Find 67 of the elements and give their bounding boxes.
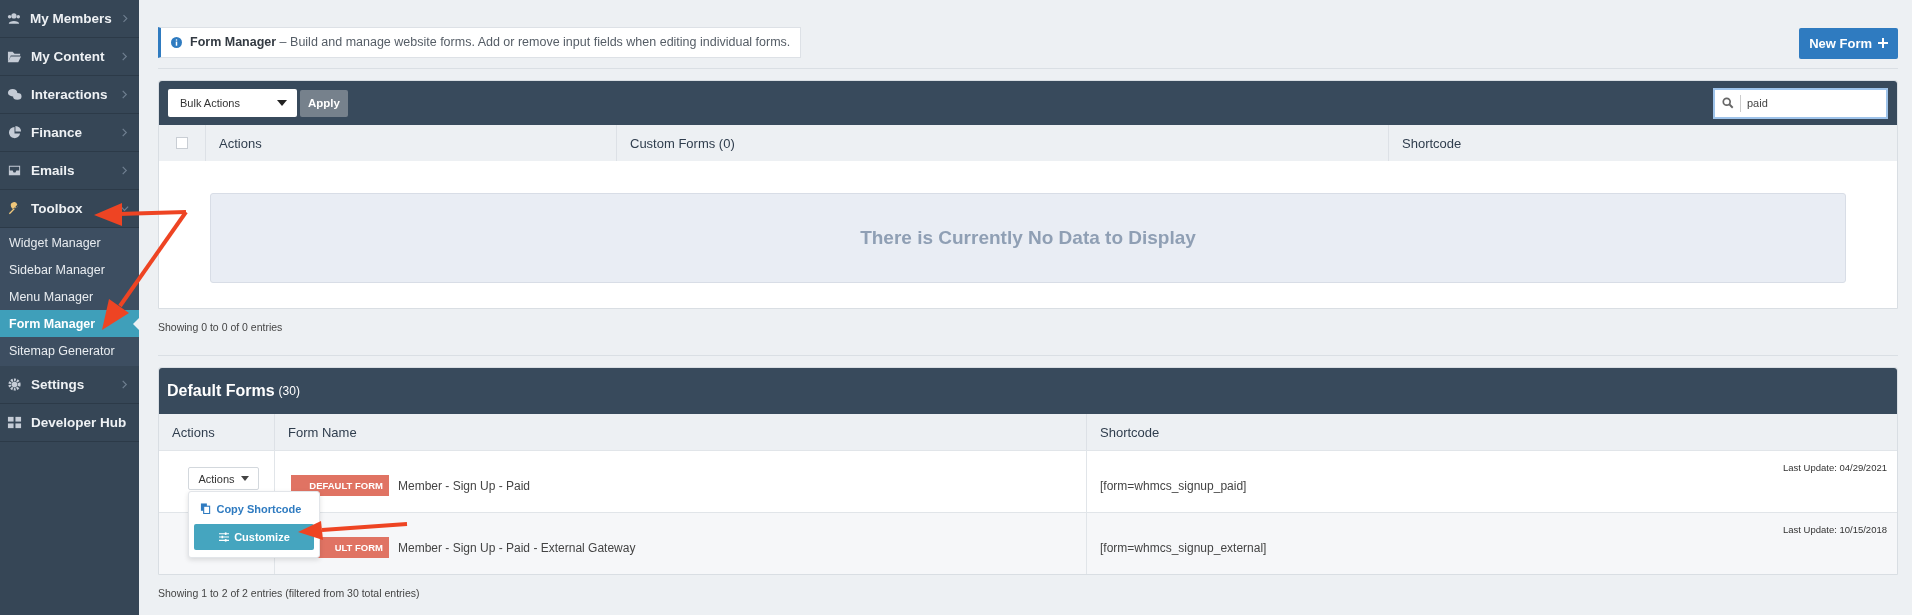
sidebar-item[interactable]: Interactions xyxy=(0,76,139,114)
column-header[interactable]: Shortcode xyxy=(1402,135,1462,151)
chevron-right-icon xyxy=(120,128,129,137)
last-update-text: Last Update: 10/15/2018 xyxy=(1782,524,1887,535)
chevron-down-icon xyxy=(120,204,129,213)
shortcode-text: [form=whmcs_signup_external] xyxy=(1100,540,1267,555)
default-form-tag: DEFAULT FORM xyxy=(291,475,389,496)
sidebar-label: Developer Hub xyxy=(31,415,128,430)
sidebar-item[interactable]: Developer Hub xyxy=(0,404,139,442)
sidebar-item[interactable]: My Members xyxy=(0,0,139,38)
sidebar-label: Emails xyxy=(31,163,76,178)
sidebar-label: Interactions xyxy=(31,87,109,102)
sidebar-item[interactable]: My Content xyxy=(0,38,139,76)
sidebar-label: Settings xyxy=(31,377,86,392)
select-all-checkbox[interactable] xyxy=(176,137,188,149)
info-icon xyxy=(171,36,182,48)
grid-icon xyxy=(7,415,22,430)
entries-info: Showing 1 to 2 of 2 entries (filtered from 30 total entries) xyxy=(158,587,421,599)
sidebar-label: Toolbox xyxy=(31,201,84,216)
pie-chart-icon xyxy=(7,125,22,140)
gear-icon xyxy=(7,377,22,392)
apply-button[interactable]: Apply xyxy=(300,89,348,117)
inbox-icon xyxy=(7,163,22,178)
submenu-item[interactable]: Menu Manager xyxy=(0,283,139,310)
submenu-item[interactable]: Widget Manager xyxy=(0,229,139,256)
chat-icon xyxy=(7,87,22,102)
column-header[interactable]: Actions xyxy=(172,424,215,440)
column-header[interactable]: Shortcode xyxy=(1100,424,1160,440)
sidebar-item[interactable]: Emails xyxy=(0,152,139,190)
caret-icon xyxy=(240,476,249,481)
chevron-right-icon xyxy=(120,90,129,99)
shortcode-text: [form=whmcs_signup_paid] xyxy=(1100,478,1247,493)
sidebar-item[interactable]: Finance xyxy=(0,114,139,152)
form-name: Member - Sign Up - Paid xyxy=(398,478,531,493)
people-icon xyxy=(7,11,21,26)
sidebar-item[interactable]: Settings xyxy=(0,366,139,404)
submenu-item[interactable]: Sitemap Generator xyxy=(0,337,139,364)
caret-icon xyxy=(277,100,287,106)
sidebar-label: My Members xyxy=(29,11,112,26)
column-header[interactable]: Form Name xyxy=(288,424,357,440)
copy-icon xyxy=(200,503,212,514)
plus-icon xyxy=(1878,38,1888,48)
menu-item[interactable]: Copy Shortcode xyxy=(194,498,315,519)
chevron-right-icon xyxy=(120,14,129,23)
entries-info: Showing 0 to 0 of 0 entries xyxy=(158,321,284,333)
form-name: Member - Sign Up - Paid - External Gateway xyxy=(398,540,636,555)
section-count: (30) xyxy=(278,384,300,398)
last-update-text: Last Update: 04/29/2021 xyxy=(1782,462,1887,473)
sidebar-label: My Content xyxy=(31,49,106,64)
search-icon xyxy=(1722,97,1734,109)
submenu-item[interactable]: Sidebar Manager xyxy=(0,256,139,283)
search-value: paid xyxy=(1747,97,1768,109)
chevron-right-icon xyxy=(120,166,129,175)
bulk-actions-dropdown[interactable]: Bulk Actions xyxy=(168,89,297,117)
section-title: Default Forms xyxy=(167,382,275,400)
new-form-button[interactable]: New Form xyxy=(1799,27,1898,59)
search-field[interactable]: paid xyxy=(1713,87,1888,119)
notice-text: Form Manager – Build and manage website forms. Add or remove input fields when editing individual forms. xyxy=(190,35,791,49)
sliders-icon xyxy=(219,532,230,542)
chevron-right-icon xyxy=(120,380,129,389)
empty-state: There is Currently No Data to Display xyxy=(210,193,1846,283)
column-header[interactable]: Actions xyxy=(219,135,262,151)
chevron-right-icon xyxy=(120,52,129,61)
actions-dropdown[interactable]: Actions xyxy=(188,467,259,490)
folder-icon xyxy=(7,49,22,64)
sidebar-label: Finance xyxy=(31,125,83,140)
column-header[interactable]: Custom Forms (0) xyxy=(630,135,735,151)
